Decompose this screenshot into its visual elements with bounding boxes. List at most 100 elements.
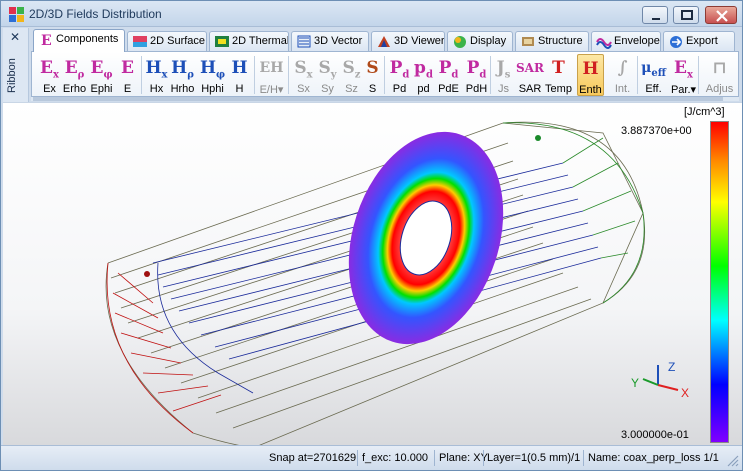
- tool-eh-dropdown[interactable]: EH E/H▾: [257, 54, 286, 96]
- maximize-icon: [681, 10, 693, 20]
- s-magnitude-icon: S: [366, 58, 379, 78]
- eh-ratio-icon: EH: [259, 60, 284, 76]
- surface-icon: [133, 36, 147, 47]
- status-snap: Snap at=2701629: [269, 452, 357, 464]
- tab-structure[interactable]: Structure: [515, 31, 589, 51]
- svg-text:E: E: [41, 33, 52, 47]
- status-separator: [483, 450, 484, 466]
- field-3d-viewport[interactable]: Z X Y [J/cm^3] 3.887370e+00 3.000000e-01: [3, 102, 742, 445]
- sy-icon: Sy: [318, 58, 337, 81]
- hphi-icon: Hφ: [199, 58, 226, 81]
- status-separator: [583, 450, 584, 466]
- colorbar-unit-label: [J/cm^3]: [684, 106, 725, 118]
- svg-text:Z: Z: [668, 360, 675, 374]
- svg-text:Y: Y: [631, 376, 639, 390]
- maximize-button[interactable]: [673, 6, 699, 24]
- tab-2d-thermal[interactable]: 2D Thermal: [209, 31, 289, 51]
- tool-hphi-button[interactable]: Hφ Hphi: [199, 54, 226, 96]
- window-title: 2D/3D Fields Distribution: [29, 7, 162, 21]
- e-field-icon: E: [41, 33, 52, 47]
- status-separator: [357, 450, 358, 466]
- components-toolbar: Ex Ex Eρ Erho Eφ Ephi E E Hx Hx Hρ Hrho …: [31, 51, 739, 97]
- tool-erho-button[interactable]: Eρ Erho: [61, 54, 88, 96]
- colorbar-max-label: 3.887370e+00: [621, 125, 692, 137]
- right-marker-point: [535, 135, 541, 141]
- minimize-icon: [652, 18, 660, 20]
- toolbar-scrollbar[interactable]: [31, 97, 739, 101]
- export-icon: [670, 36, 682, 48]
- status-bar: Snap at=2701629 f_exc: 10.000 Plane: XY …: [1, 445, 742, 470]
- left-marker-point: [144, 271, 150, 277]
- enthalpy-icon: H: [582, 59, 599, 79]
- tool-temp-button[interactable]: T Temp: [545, 54, 572, 96]
- pd-icon: Pd: [389, 58, 410, 81]
- tool-pdh-button[interactable]: Pd PdH: [463, 54, 490, 96]
- tool-e-button[interactable]: E E: [114, 54, 141, 96]
- status-plane: Plane: XY: [439, 452, 488, 464]
- tool-pde-button[interactable]: Pd PdE: [435, 54, 462, 96]
- structure-icon: [522, 37, 534, 46]
- pde-icon: Pd: [438, 58, 459, 81]
- viewer-icon: [378, 36, 390, 47]
- tool-par-dropdown[interactable]: Ex Par.▾: [670, 54, 697, 96]
- envelope-icon: [596, 38, 612, 49]
- colorbar-min-label: 3.000000e-01: [621, 429, 689, 441]
- status-layer: Layer=1(0.5 mm)/1: [487, 452, 581, 464]
- js-icon: Js: [496, 58, 511, 81]
- tab-2d-surface[interactable]: 2D Surface: [127, 31, 207, 51]
- svg-text:X: X: [681, 386, 689, 400]
- tab-components[interactable]: E Components: [33, 29, 125, 52]
- tool-eff-button[interactable]: μeff Eff.: [640, 54, 667, 96]
- tool-s-button[interactable]: S S: [359, 54, 386, 96]
- h-magnitude-icon: H: [231, 58, 248, 78]
- hrho-icon: Hρ: [171, 58, 194, 81]
- right-end-cap: [502, 122, 645, 304]
- status-separator: [434, 450, 435, 466]
- sar-icon: SAR: [516, 61, 544, 75]
- close-button[interactable]: [705, 6, 737, 24]
- effective-mu-icon: μeff: [641, 60, 666, 79]
- close-icon: [716, 10, 728, 22]
- dropdown-arrow-icon: ▾: [690, 84, 697, 96]
- ribbon-close-button[interactable]: ✕: [10, 30, 20, 44]
- coax-field-rendering[interactable]: Z X Y: [3, 103, 742, 445]
- tab-envelope[interactable]: Envelope: [591, 31, 661, 51]
- tab-3d-vector[interactable]: 3D Vector: [291, 31, 369, 51]
- parameter-icon: Ex: [674, 58, 693, 81]
- hx-icon: Hx: [145, 58, 168, 81]
- tool-enth-button[interactable]: H Enth: [577, 54, 604, 96]
- multicolor-grid-icon: [9, 7, 24, 22]
- tool-h-button[interactable]: H H: [226, 54, 253, 96]
- vector-icon: [297, 35, 311, 48]
- colorbar: [710, 121, 729, 443]
- tool-hrho-button[interactable]: Hρ Hrho: [169, 54, 196, 96]
- sx-icon: Sx: [294, 58, 313, 81]
- minimize-button[interactable]: [642, 6, 668, 24]
- title-bar: 2D/3D Fields Distribution: [1, 1, 742, 27]
- field-disk: [348, 131, 504, 345]
- toolbar-separator: [698, 56, 699, 94]
- dropdown-arrow-icon: ▾: [277, 84, 284, 96]
- tool-adjust-button[interactable]: ⊓ Adjus: [706, 54, 734, 96]
- tool-int-button[interactable]: ∫ Int.: [609, 54, 636, 96]
- axes-triad: Z X Y: [631, 360, 689, 400]
- tab-export[interactable]: Export: [663, 31, 735, 51]
- tool-sar-button[interactable]: SAR SAR: [515, 54, 545, 96]
- pd-density-icon: pd: [414, 58, 433, 81]
- toolbar-scrollbar-thumb[interactable]: [33, 97, 723, 101]
- ex-icon: Ex: [40, 58, 59, 81]
- adjust-pulse-icon: ⊓: [712, 58, 727, 78]
- status-frequency: f_exc: 10.000: [362, 452, 429, 464]
- ephi-icon: Eφ: [90, 58, 113, 81]
- temperature-icon: T: [552, 58, 565, 78]
- tab-3d-viewer[interactable]: 3D Viewer: [371, 31, 445, 51]
- app-window: 2D/3D Fields Distribution ✕ Ribbon E Com…: [0, 0, 743, 471]
- ribbon-toggle-label[interactable]: Ribbon: [6, 52, 26, 100]
- ribbon-side-panel: ✕ Ribbon: [3, 28, 29, 102]
- pdh-icon: Pd: [466, 58, 487, 81]
- ribbon-tabs: E Components 2D Surface 2D Thermal 3D Ve…: [31, 29, 739, 52]
- thermal-icon: [215, 36, 229, 47]
- tab-display[interactable]: Display: [447, 31, 513, 51]
- display-icon: [454, 36, 466, 48]
- resize-grip-icon[interactable]: [727, 455, 739, 467]
